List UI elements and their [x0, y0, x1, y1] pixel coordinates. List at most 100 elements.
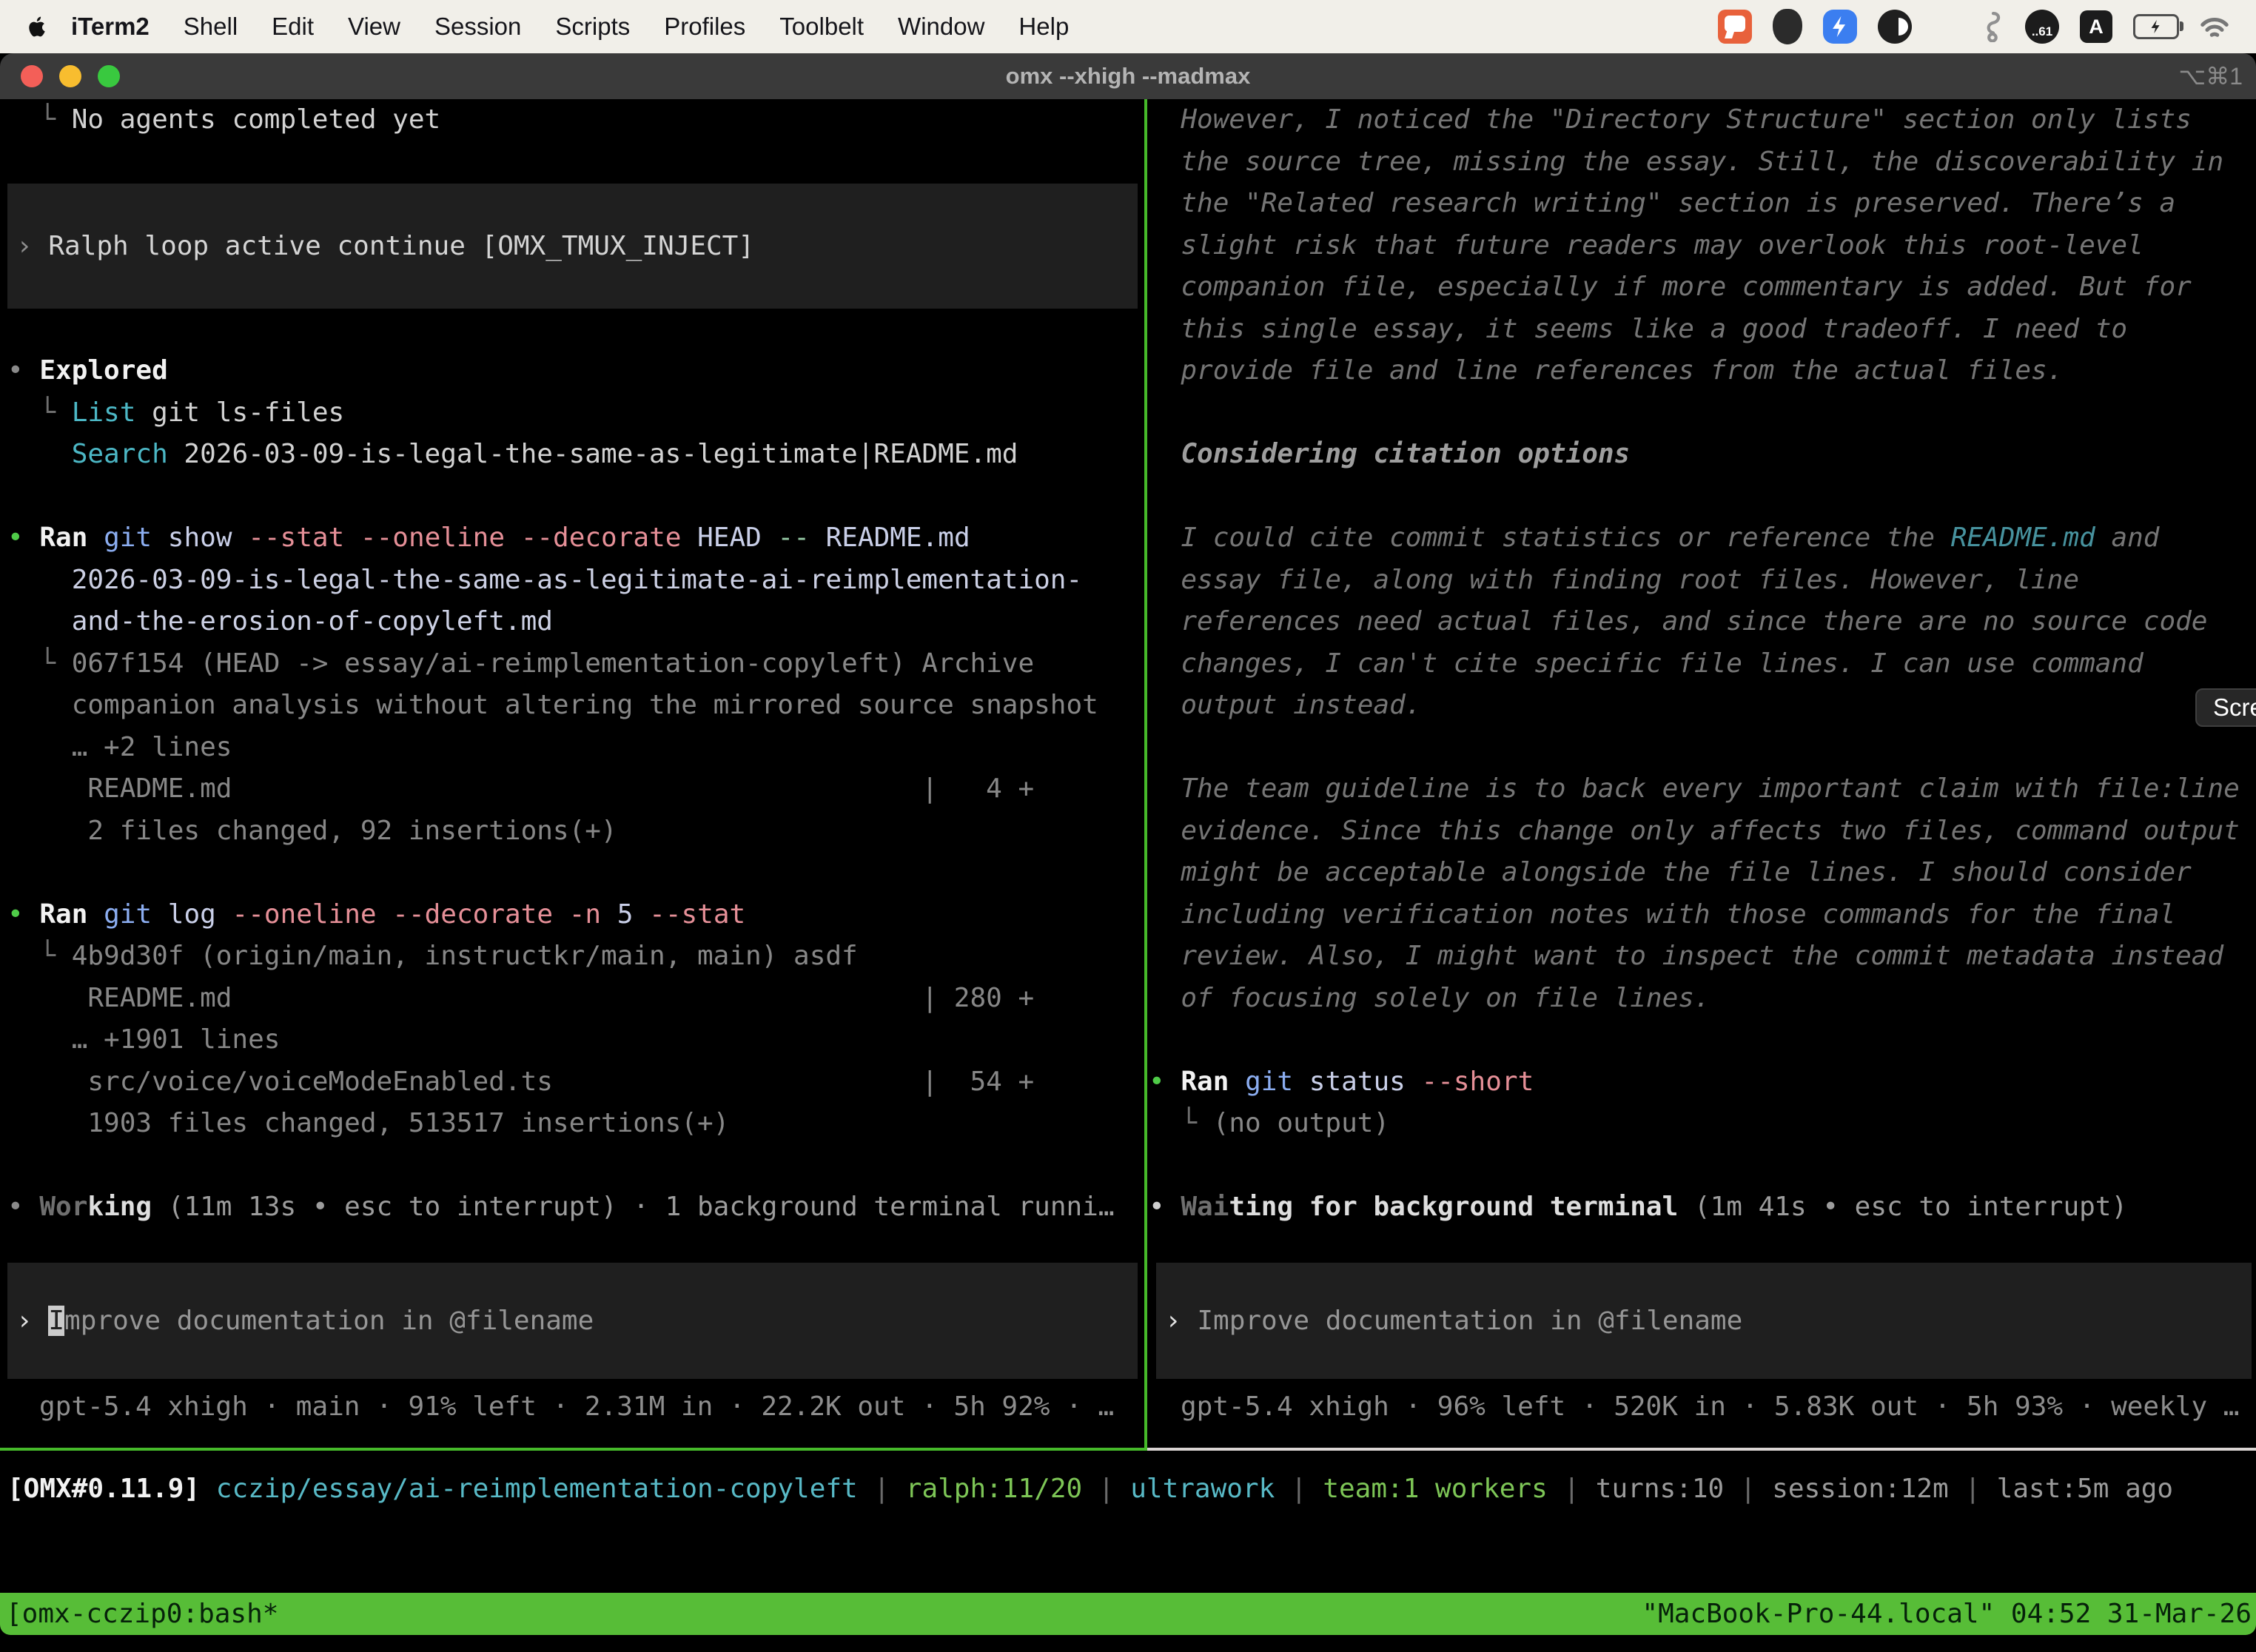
terminal-line: companion file, especially if more comme… [1149, 266, 2192, 309]
text-segment: -- [778, 523, 810, 553]
text-segment: git [104, 899, 152, 930]
terminal-line: essay file, along with finding root file… [1149, 560, 2079, 602]
terminal-line: I could cite commit statistics or refere… [1149, 517, 2159, 560]
text-segment: this single essay, it seems like a good … [1149, 314, 2127, 344]
text-segment: Wor [39, 1192, 87, 1222]
text-segment: review. Also, I might want to inspect th… [1149, 941, 2223, 971]
terminal-line: 1903 files changed, 513517 insertions(+) [7, 1103, 729, 1145]
left-input-box[interactable]: › Improve documentation in @filename [7, 1263, 1138, 1379]
text-segment: README.md [7, 773, 232, 804]
text-segment: git ls-files [135, 397, 344, 428]
text-segment: The team guideline is to back every impo… [1149, 773, 2240, 804]
terminal-line: companion analysis without altering the … [7, 685, 1098, 727]
terminal-line: 2 files changed, 92 insertions(+) [7, 810, 617, 853]
terminal-line: src/voice/voiceModeEnabled.ts | 54 + [7, 1061, 1034, 1104]
tmux-status-bar: [omx-cczip0:bash* "MacBook-Pro-44.local"… [0, 1593, 2256, 1635]
text-segment [87, 523, 104, 553]
title-bar[interactable]: omx --xhigh --madmax ⌥⌘1 [0, 53, 2256, 101]
text-segment: --decorate [521, 523, 682, 553]
text-segment: --oneline [360, 523, 505, 553]
menu-item-shell[interactable]: Shell [184, 13, 238, 41]
menu-item-iterm2[interactable]: iTerm2 [71, 13, 150, 41]
text-segment: • [1149, 1067, 1181, 1097]
text-segment: references need actual files, and since … [1149, 606, 2207, 637]
menu-item-window[interactable]: Window [898, 13, 984, 41]
text-segment: └ [7, 397, 72, 428]
menu-item-help[interactable]: Help [1018, 13, 1069, 41]
terminal-line: including verification notes with those … [1149, 894, 2175, 936]
menu-item-view[interactable]: View [348, 13, 400, 41]
text-segment: └ [7, 104, 72, 135]
left-model-status: gpt-5.4 xhigh · main · 91% left · 2.31M … [39, 1386, 1114, 1428]
text-segment: List [72, 397, 136, 428]
terminal-line: this single essay, it seems like a good … [1149, 309, 2127, 351]
text-segment: | 280 + [921, 983, 1034, 1013]
apple-icon[interactable] [25, 14, 50, 39]
menu-item-session[interactable]: Session [434, 13, 521, 41]
text-segment: | [1949, 1474, 1997, 1504]
text-segment: • [1149, 1192, 1181, 1222]
text-segment: (no output) [1213, 1108, 1389, 1138]
text-segment: changes, I can't cite specific file line… [1149, 648, 2143, 679]
pane-divider[interactable] [1144, 99, 1147, 1451]
text-segment: Wai [1181, 1192, 1229, 1222]
terminal-line: the "Related research writing" section i… [1149, 183, 2175, 225]
text-segment: the "Related research writing" section i… [1149, 188, 2175, 218]
chat-icon[interactable] [1718, 10, 1752, 44]
terminal-line: 2026-03-09-is-legal-the-same-as-legitima… [7, 560, 1082, 602]
text-segment: king [87, 1192, 152, 1222]
text-segment: companion file, especially if more comme… [1149, 272, 2192, 302]
menu-item-toolbelt[interactable]: Toolbelt [779, 13, 864, 41]
right-model-status: gpt-5.4 xhigh · 96% left · 520K in · 5.8… [1181, 1386, 2239, 1428]
terminal-line: └ 4b9d30f (origin/main, instructkr/main,… [7, 936, 858, 978]
terminal-line: • Waiting for background terminal (1m 41… [1149, 1186, 2127, 1229]
text-segment: (1m 41s • esc to interrupt) [1678, 1192, 2127, 1222]
text-segment: --stat [649, 899, 745, 930]
squiggle-icon[interactable] [1982, 11, 2004, 42]
text-segment [505, 523, 521, 553]
prompt-chevron: › [16, 231, 48, 261]
dots-grid-icon[interactable] [1933, 13, 1961, 41]
right-input-text: Improve documentation in @filename [1197, 1306, 1742, 1336]
menu-item-scripts[interactable]: Scripts [555, 13, 630, 41]
pad [553, 1067, 922, 1097]
text-segment: HEAD [697, 523, 762, 553]
text-segment: … +1901 lines [7, 1024, 280, 1055]
text-segment: Search [72, 439, 168, 469]
right-input-box[interactable]: › Improve documentation in @filename [1156, 1263, 2252, 1379]
menu-item-edit[interactable]: Edit [272, 13, 314, 41]
left-input-text: mprove documentation in @filename [64, 1306, 594, 1336]
text-segment: and [2095, 523, 2160, 553]
wifi-icon[interactable] [2200, 13, 2229, 41]
text-segment [633, 899, 649, 930]
text-segment: 4b9d30f (origin/main, instructkr/main, m… [72, 941, 858, 971]
text-segment: Explored [39, 355, 167, 386]
text-segment [681, 523, 697, 553]
text-segment: • [7, 523, 39, 553]
text-segment [200, 1474, 216, 1504]
prompt-chevron: › [1165, 1306, 1197, 1336]
menu-item-profiles[interactable]: Profiles [664, 13, 745, 41]
dark-disc-icon[interactable] [1878, 10, 1912, 44]
text-segment: --stat [248, 523, 344, 553]
keyboard-layout-icon[interactable]: A [2080, 10, 2112, 43]
tmux-session-label[interactable]: [omx-cczip0:bash* [0, 1599, 278, 1629]
prompt-chevron: › [16, 1306, 48, 1336]
text-segment: log [168, 899, 216, 930]
text-segment: git [104, 523, 152, 553]
battery-icon[interactable] [2133, 14, 2179, 39]
text-segment: • [7, 355, 39, 386]
menu-status-icons: ..61 A [1718, 9, 2229, 44]
text-segment: show [168, 523, 232, 553]
text-segment [216, 899, 232, 930]
badge-61-icon[interactable]: ..61 [2025, 10, 2059, 44]
text-segment: -n [569, 899, 601, 930]
shield-grid-icon[interactable] [1773, 9, 1802, 44]
blue-badge-icon[interactable] [1823, 10, 1857, 44]
text-segment: --oneline [232, 899, 377, 930]
text-segment: 2026-03-09-is-legal-the-same-as-legitima… [7, 565, 1082, 595]
text-segment: git [1245, 1067, 1293, 1097]
text-segment: companion analysis without altering the … [7, 690, 1098, 720]
text-segment: └ [7, 941, 72, 971]
text-segment: including verification notes with those … [1149, 899, 2175, 930]
